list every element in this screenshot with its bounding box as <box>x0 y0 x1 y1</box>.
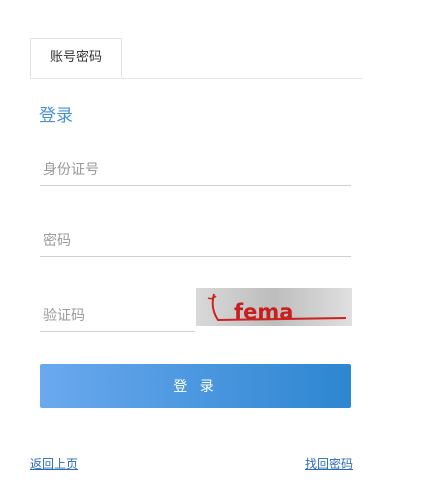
back-link[interactable]: 返回上页 <box>30 455 78 472</box>
login-page: 账号密码 登录 fema 登 录 返回上页 找回密码 <box>0 0 439 489</box>
password-field <box>40 226 357 257</box>
captcha-input[interactable] <box>40 301 201 331</box>
id-number-field <box>40 155 357 186</box>
id-number-input[interactable] <box>40 155 357 185</box>
captcha-field <box>40 301 201 332</box>
captcha-graphic: fema <box>207 293 347 324</box>
find-password-link[interactable]: 找回密码 <box>305 455 353 472</box>
captcha-image[interactable]: fema <box>196 288 352 326</box>
tab-bar: 账号密码 <box>30 38 362 79</box>
login-button[interactable]: 登 录 <box>40 364 351 408</box>
login-heading: 登录 <box>39 106 73 126</box>
tab-account-password[interactable]: 账号密码 <box>30 38 122 78</box>
captcha-text: fema <box>234 300 293 324</box>
password-input[interactable] <box>40 226 357 256</box>
